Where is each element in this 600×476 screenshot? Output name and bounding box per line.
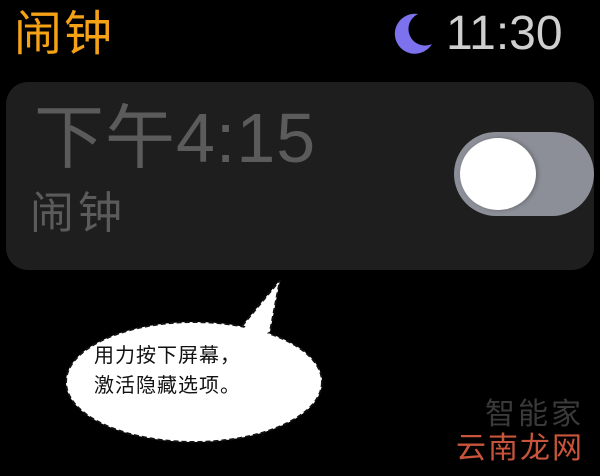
alarm-toggle[interactable] (454, 132, 594, 216)
callout-line-1: 用力按下屏幕， (94, 343, 241, 367)
watermark-line-2: 云南龙网 (456, 431, 584, 466)
alarm-time: 下午4:15 (34, 99, 317, 177)
status-clock: 11:30 (446, 7, 563, 60)
callout-text: 用力按下屏幕， 激活隐藏选项。 (94, 340, 314, 400)
alarm-card[interactable]: 下午4:15 闹钟 (6, 82, 594, 270)
watermark-line-1: 智能家 (485, 397, 584, 432)
callout-line-2: 激活隐藏选项。 (94, 373, 241, 397)
watermark: 智能家 云南龙网 (456, 398, 584, 466)
toggle-knob (460, 138, 536, 210)
alarm-label: 闹钟 (30, 188, 126, 239)
app-title: 闹钟 (14, 6, 115, 62)
moon-icon (394, 13, 432, 54)
